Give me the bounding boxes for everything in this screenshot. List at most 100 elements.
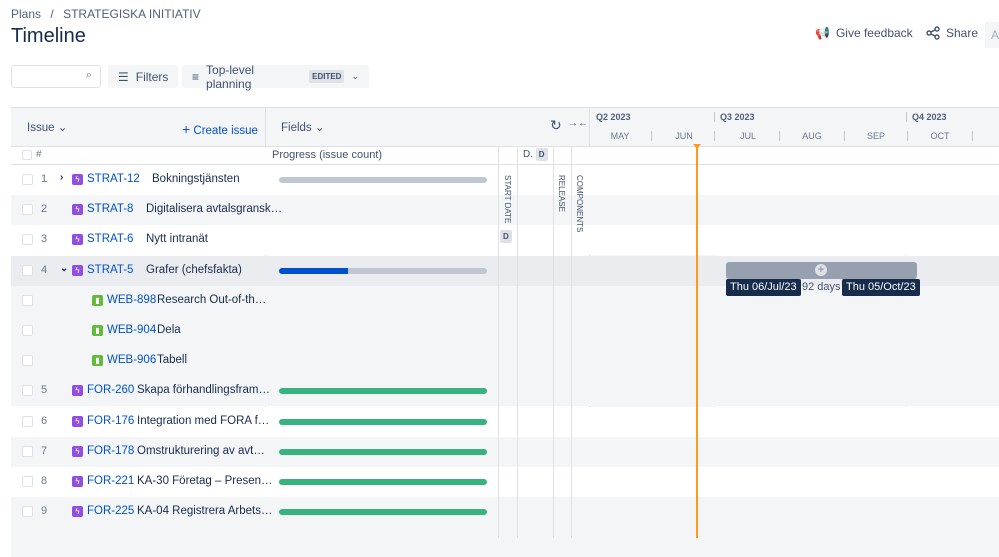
- create-issue-label: Create issue: [193, 125, 258, 137]
- epic-icon: ϟ: [72, 415, 83, 427]
- issue-summary[interactable]: Omstrukturering av avt…: [137, 445, 265, 457]
- issue-key-link[interactable]: STRAT-6: [87, 233, 133, 245]
- table-row[interactable]: 7 ϟ FOR-178 Omstrukturering av avt…: [11, 436, 999, 467]
- issue-key-link[interactable]: FOR-260: [87, 384, 134, 396]
- chevron-right-icon[interactable]: ›: [60, 172, 63, 183]
- breadcrumb-plans[interactable]: Plans: [11, 7, 41, 21]
- month-tick: [779, 131, 780, 141]
- more-actions-button[interactable]: A: [985, 22, 999, 48]
- row-checkbox[interactable]: [22, 415, 33, 427]
- row-checkbox[interactable]: [22, 506, 33, 518]
- row-checkbox[interactable]: [22, 174, 33, 185]
- start-date-badge: D: [500, 230, 512, 243]
- progress-fill: [279, 388, 487, 395]
- collapse-fields-icon[interactable]: →←: [568, 118, 588, 129]
- epic-icon: ϟ: [72, 204, 83, 216]
- row-checkbox[interactable]: [22, 234, 33, 246]
- share-button[interactable]: Share: [926, 26, 978, 40]
- sub-header: [11, 147, 999, 165]
- quarter-label: Q4 2023: [912, 112, 947, 122]
- issue-key-link[interactable]: FOR-221: [87, 475, 134, 487]
- due-date-header[interactable]: D. D: [523, 148, 548, 161]
- megaphone-icon: 📢: [815, 26, 830, 40]
- select-all-checkbox[interactable]: [22, 150, 32, 160]
- page-title: Timeline: [11, 25, 86, 47]
- epic-icon: ϟ: [72, 476, 83, 487]
- table-row[interactable]: 8 ϟ FOR-221 KA-30 Företag – Presen…: [11, 467, 999, 497]
- progress-fill: [279, 418, 487, 425]
- issue-summary[interactable]: Skapa förhandlingsfram…: [137, 384, 270, 396]
- table-row[interactable]: ▮ WEB-904 Dela: [11, 316, 999, 346]
- table-row[interactable]: 6 ϟ FOR-176 Integration med FORA f…: [11, 406, 999, 437]
- row-checkbox[interactable]: [22, 476, 33, 487]
- issue-summary[interactable]: Digitalisera avtalsgransk…: [146, 203, 282, 215]
- issue-summary[interactable]: Dela: [157, 324, 181, 336]
- progress-bar: [279, 448, 487, 455]
- row-number: 5: [41, 384, 48, 397]
- issue-key-link[interactable]: FOR-176: [87, 415, 134, 427]
- row-checkbox[interactable]: [22, 355, 33, 367]
- row-checkbox[interactable]: [22, 264, 33, 276]
- table-row[interactable]: 9 ϟ FOR-225 KA-04 Registrera Arbets…: [11, 497, 999, 528]
- row-checkbox[interactable]: [22, 204, 33, 216]
- epic-icon: ϟ: [72, 385, 83, 397]
- issue-summary[interactable]: Research Out-of-th…: [157, 294, 266, 306]
- create-issue-button[interactable]: + Create issue: [182, 121, 258, 137]
- breadcrumb-separator: /: [50, 7, 54, 21]
- issue-summary[interactable]: KA-04 Registrera Arbets…: [137, 505, 273, 517]
- issue-summary[interactable]: Bokningstjänsten: [152, 173, 240, 185]
- search-input[interactable]: ⌕: [11, 65, 101, 88]
- issue-key-link[interactable]: WEB-906: [107, 354, 156, 366]
- row-checkbox[interactable]: [22, 385, 33, 397]
- reset-icon[interactable]: ↻: [550, 117, 562, 134]
- filters-button[interactable]: ☰ Filters: [108, 65, 179, 88]
- issue-summary[interactable]: Integration med FORA f…: [137, 415, 269, 427]
- start-date-header[interactable]: START DATE: [503, 175, 512, 223]
- progress-bar: [279, 388, 487, 395]
- epic-icon: ϟ: [72, 445, 83, 457]
- row-number: 8: [41, 475, 48, 487]
- row-checkbox[interactable]: [22, 445, 33, 457]
- row-number: 4: [41, 263, 48, 276]
- give-feedback-button[interactable]: 📢 Give feedback: [815, 26, 913, 40]
- issue-summary[interactable]: Nytt intranät: [146, 233, 208, 245]
- progress-header[interactable]: Progress (issue count): [272, 149, 382, 161]
- month-label: MAY: [610, 131, 630, 141]
- issue-key-link[interactable]: FOR-225: [87, 505, 134, 517]
- table-row[interactable]: ▮ WEB-906 Tabell: [11, 346, 999, 377]
- fields-menu[interactable]: Fields ⌄: [281, 120, 325, 134]
- view-settings-button[interactable]: ≡ Top-level planning EDITED ⌄: [182, 63, 369, 91]
- filter-icon: ☰: [118, 69, 129, 84]
- issue-key-link[interactable]: WEB-904: [107, 324, 156, 336]
- issue-column-menu[interactable]: Issue ⌄: [27, 120, 67, 134]
- timeline-bar[interactable]: +: [726, 262, 917, 279]
- issue-summary[interactable]: Tabell: [157, 354, 187, 366]
- fields-label: Fields: [281, 122, 312, 134]
- chevron-down-icon: ⌄: [351, 71, 359, 81]
- components-header[interactable]: COMPONENTS: [575, 175, 584, 232]
- month-tick: [844, 131, 845, 141]
- issue-key-link[interactable]: STRAT-5: [87, 264, 133, 276]
- column-divider: [498, 147, 499, 538]
- table-row[interactable]: 5 ϟ FOR-260 Skapa förhandlingsfram…: [11, 376, 999, 407]
- row-checkbox[interactable]: [22, 325, 33, 336]
- table-row[interactable]: [11, 527, 999, 557]
- progress-bar: [279, 509, 487, 516]
- issue-summary[interactable]: Grafer (chefsfakta): [146, 264, 242, 276]
- due-badge: D: [535, 148, 548, 161]
- progress-fill: [279, 448, 487, 455]
- issue-key-link[interactable]: STRAT-12: [87, 173, 140, 185]
- chevron-down-icon[interactable]: ⌄: [60, 263, 68, 274]
- story-icon: ▮: [92, 294, 103, 306]
- story-icon: ▮: [92, 325, 103, 336]
- issue-key-link[interactable]: FOR-178: [87, 445, 134, 457]
- breadcrumb-current[interactable]: STRATEGISKA INITIATIV: [63, 7, 201, 21]
- add-icon[interactable]: +: [815, 264, 827, 276]
- issue-key-link[interactable]: WEB-898: [107, 294, 156, 306]
- epic-icon: ϟ: [72, 234, 83, 246]
- issue-key-link[interactable]: STRAT-8: [87, 203, 133, 215]
- row-checkbox[interactable]: [22, 294, 33, 306]
- issue-summary[interactable]: KA-30 Företag – Presen…: [137, 475, 273, 487]
- release-header[interactable]: RELEASE: [557, 175, 566, 212]
- table-header: [11, 107, 999, 147]
